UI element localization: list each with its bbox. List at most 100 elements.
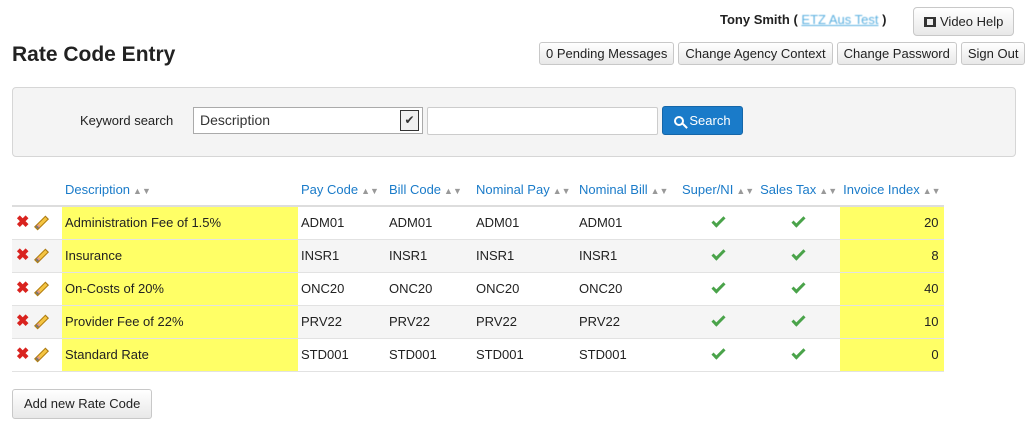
check-icon — [710, 312, 726, 327]
column-header-pay-code[interactable]: Pay Code ▲▼ — [298, 173, 386, 207]
cell-bill-code: PRV22 — [386, 305, 473, 339]
column-header-sales-tax[interactable]: Sales Tax ▲▼ — [757, 173, 841, 207]
table-row: ✖ Provider Fee of 22% PRV22 PRV22 PRV22 … — [12, 305, 944, 339]
cell-nominal-bill: ADM01 — [576, 206, 679, 240]
delete-x-icon[interactable]: ✖ — [16, 313, 29, 330]
user-info: Tony Smith ( ETZ Aus Test ) — [720, 12, 886, 27]
cell-invoice-index: 40 — [840, 272, 944, 306]
film-icon — [924, 17, 936, 27]
check-icon — [710, 345, 726, 360]
table-row: ✖ Standard Rate STD001 STD001 STD001 STD… — [12, 338, 944, 372]
cell-pay-code: STD001 — [298, 338, 386, 372]
column-header-super-ni[interactable]: Super/NI ▲▼ — [679, 173, 758, 207]
column-header-nominal-pay[interactable]: Nominal Pay ▲▼ — [473, 173, 576, 207]
check-icon — [710, 246, 726, 261]
paren-open: ( — [793, 12, 798, 27]
video-help-button[interactable]: Video Help — [913, 7, 1015, 36]
sort-arrows-icon: ▲▼ — [650, 185, 669, 196]
cell-bill-code: ONC20 — [386, 272, 473, 306]
pencil-icon[interactable] — [34, 248, 50, 264]
check-icon — [791, 345, 806, 360]
cell-nominal-bill: INSR1 — [576, 239, 679, 273]
cell-description: Administration Fee of 1.5% — [62, 206, 298, 240]
cell-description: Insurance — [62, 239, 298, 273]
pencil-icon[interactable] — [34, 347, 50, 363]
column-header-description[interactable]: Description ▲▼ — [62, 173, 298, 207]
check-icon — [791, 213, 806, 228]
sort-arrows-icon: ▲▼ — [361, 185, 379, 196]
search-panel: Keyword search Description ✔ Search — [12, 87, 1016, 157]
row-actions: ✖ — [12, 338, 62, 372]
cell-super-ni — [679, 338, 758, 372]
cell-super-ni — [679, 206, 758, 240]
row-actions: ✖ — [12, 272, 62, 306]
sort-arrows-icon: ▲▼ — [552, 185, 571, 196]
check-icon — [710, 213, 726, 228]
cell-invoice-index: 8 — [840, 239, 944, 273]
cell-sales-tax — [757, 239, 841, 273]
cell-nominal-bill: ONC20 — [576, 272, 679, 306]
cell-description: Provider Fee of 22% — [62, 305, 298, 339]
cell-sales-tax — [757, 305, 841, 339]
cell-bill-code: STD001 — [386, 338, 473, 372]
check-icon — [791, 246, 806, 261]
cell-description: On-Costs of 20% — [62, 272, 298, 306]
delete-x-icon[interactable]: ✖ — [16, 346, 29, 363]
table-row: ✖ Administration Fee of 1.5% ADM01 ADM01… — [12, 206, 944, 240]
cell-super-ni — [679, 272, 758, 306]
delete-x-icon[interactable]: ✖ — [16, 280, 29, 297]
user-name: Tony Smith — [720, 12, 790, 27]
search-button[interactable]: Search — [662, 106, 743, 135]
pencil-icon[interactable] — [34, 215, 50, 231]
rate-code-table: Description ▲▼ Pay Code ▲▼ Bill Code ▲▼ Nom… — [12, 173, 944, 372]
search-button-label: Search — [689, 113, 731, 128]
sort-arrows-icon: ▲▼ — [819, 185, 838, 196]
row-actions: ✖ — [12, 239, 62, 273]
cell-pay-code: ADM01 — [298, 206, 386, 240]
change-agency-button[interactable]: Change Agency Context — [678, 42, 833, 65]
table-header-row: Description ▲▼ Pay Code ▲▼ Bill Code ▲▼ Nom… — [12, 173, 944, 207]
column-header-nominal-bill[interactable]: Nominal Bill ▲▼ — [576, 173, 679, 207]
pencil-icon[interactable] — [34, 314, 50, 330]
actions-header — [12, 173, 62, 207]
delete-x-icon[interactable]: ✖ — [16, 247, 29, 264]
cell-pay-code: PRV22 — [298, 305, 386, 339]
sign-out-button[interactable]: Sign Out — [960, 42, 1026, 65]
page-title: Rate Code Entry — [12, 43, 176, 66]
sort-arrows-icon: ▲▼ — [922, 185, 941, 196]
cell-invoice-index: 20 — [840, 206, 944, 240]
keyword-search-label: Keyword search — [80, 113, 174, 128]
cell-invoice-index: 0 — [840, 338, 944, 372]
delete-x-icon[interactable]: ✖ — [16, 215, 29, 231]
cell-sales-tax — [757, 206, 841, 240]
check-icon — [791, 312, 806, 327]
cell-super-ni — [679, 239, 758, 273]
cell-sales-tax — [757, 338, 841, 372]
sort-arrows-icon: ▲▼ — [133, 185, 151, 196]
change-password-button[interactable]: Change Password — [836, 42, 957, 65]
chevron-down-icon[interactable]: ✔ — [400, 110, 419, 131]
cell-nominal-pay: ADM01 — [473, 206, 576, 240]
row-actions: ✖ — [12, 305, 62, 339]
sort-arrows-icon: ▲▼ — [444, 185, 462, 196]
row-actions: ✖ — [12, 206, 62, 240]
search-field-select[interactable]: Description ✔ — [193, 107, 423, 134]
video-help-label: Video Help — [940, 14, 1004, 29]
top-actions: 0 Pending Messages Change Agency Context… — [539, 42, 1026, 65]
cell-nominal-bill: STD001 — [576, 338, 679, 372]
cell-description: Standard Rate — [62, 338, 298, 372]
column-header-invoice-index[interactable]: Invoice Index ▲▼ — [840, 173, 944, 207]
pencil-icon[interactable] — [34, 281, 50, 297]
cell-nominal-pay: PRV22 — [473, 305, 576, 339]
cell-pay-code: INSR1 — [298, 239, 386, 273]
column-header-bill-code[interactable]: Bill Code ▲▼ — [386, 173, 473, 207]
cell-nominal-pay: INSR1 — [473, 239, 576, 273]
search-input[interactable] — [427, 107, 658, 135]
cell-invoice-index: 10 — [840, 305, 944, 339]
cell-bill-code: ADM01 — [386, 206, 473, 240]
cell-sales-tax — [757, 272, 841, 306]
pending-messages-button[interactable]: 0 Pending Messages — [539, 42, 675, 65]
add-rate-code-button[interactable]: Add new Rate Code — [12, 389, 153, 419]
agency-link[interactable]: ETZ Aus Test — [801, 12, 878, 27]
sort-arrows-icon: ▲▼ — [736, 185, 755, 196]
